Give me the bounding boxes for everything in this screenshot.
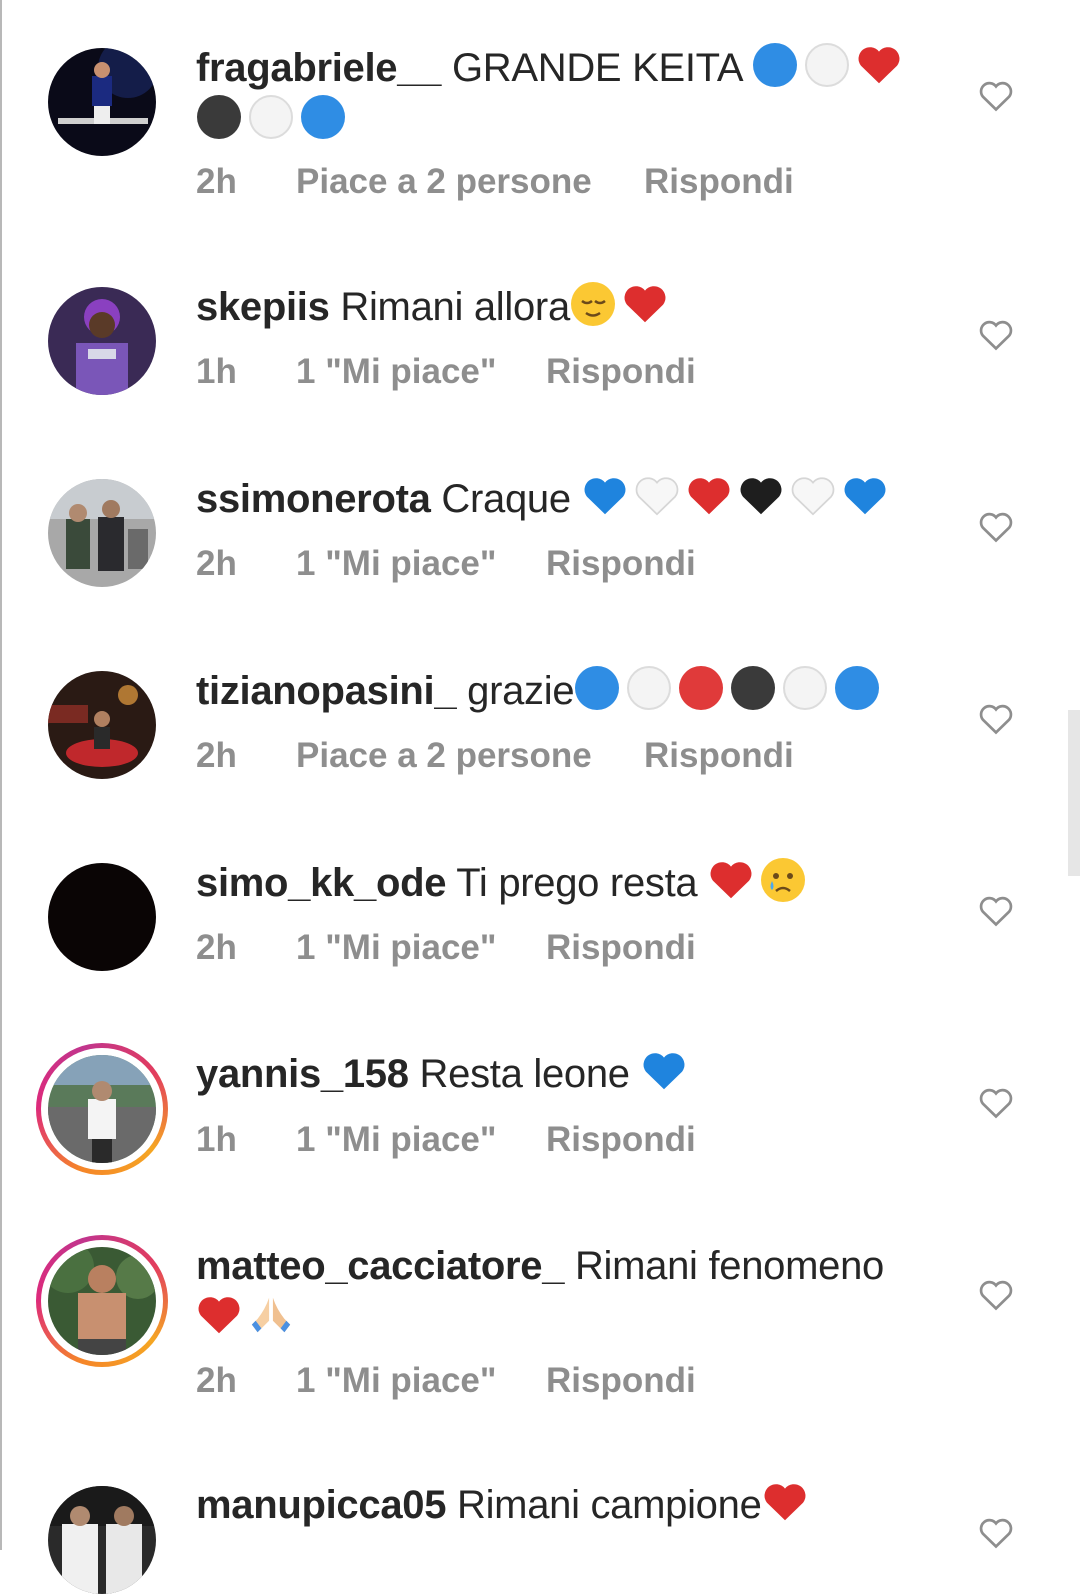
comment-likes[interactable]: 1 "Mi piace" [296,1361,496,1401]
comment-username[interactable]: manupicca05 [196,1483,446,1527]
reply-button[interactable]: Rispondi [546,1361,696,1401]
comment-body: Craque [441,477,571,521]
avatar[interactable] [48,479,156,587]
folded-hands-icon [248,1292,294,1338]
comment-likes[interactable]: 1 "Mi piace" [296,352,496,392]
white-heart-icon [790,473,836,519]
red-heart-icon [622,281,668,327]
black-circle-icon [196,94,242,140]
red-heart-icon [856,42,902,88]
red-circle-icon [678,665,724,711]
comment-likes[interactable]: 1 "Mi piace" [296,544,496,584]
black-heart-icon [738,473,784,519]
comment-username[interactable]: skepiis [196,285,330,329]
reply-button[interactable]: Rispondi [546,544,696,584]
blue-heart-icon [582,473,628,519]
comment-likes[interactable]: Piace a 2 persone [296,162,592,202]
comment-text: skepiis Rimani allora [196,281,956,333]
white-circle-icon [804,42,850,88]
like-heart-icon[interactable] [978,1516,1014,1550]
avatar[interactable] [48,287,156,395]
comment-username[interactable]: yannis_158 [196,1052,409,1096]
like-heart-icon[interactable] [978,702,1014,736]
like-heart-icon[interactable] [978,79,1014,113]
avatar[interactable] [48,1247,156,1355]
avatar[interactable] [48,48,156,156]
comment-time: 2h [196,736,237,775]
red-heart-icon [708,857,754,903]
reply-button[interactable]: Rispondi [546,1120,696,1160]
red-heart-icon [196,1292,242,1338]
avatar[interactable] [48,671,156,779]
comment-body: Rimani allora [340,285,570,329]
like-heart-icon[interactable] [978,1278,1014,1312]
comment-body: grazie [467,669,575,713]
story-ring[interactable] [36,1043,168,1175]
like-heart-icon[interactable] [978,894,1014,928]
comment-likes[interactable]: 1 "Mi piace" [296,1120,496,1160]
comment-time: 2h [196,162,237,201]
like-heart-icon[interactable] [978,510,1014,544]
comment-time: 2h [196,544,237,583]
white-circle-icon [248,94,294,140]
comment-text: tizianopasini_ grazie [196,665,956,717]
comment-username[interactable]: fragabriele__ [196,46,441,90]
comment-body: GRANDE KEITA [451,46,742,90]
comment-body: Rimani campione [457,1483,762,1527]
scrollbar-thumb[interactable] [1068,710,1080,876]
comment-time: 2h [196,928,237,967]
avatar[interactable] [48,863,156,971]
red-heart-icon [762,1479,808,1525]
comment-username[interactable]: matteo_cacciatore_ [196,1244,564,1288]
blue-circle-icon [834,665,880,711]
blue-circle-icon [574,665,620,711]
comment-text: yannis_158 Resta leone [196,1048,956,1100]
comment-text: matteo_cacciatore_ Rimani fenomeno [196,1240,956,1344]
black-circle-icon [730,665,776,711]
comment-body: Resta leone [419,1052,630,1096]
avatar[interactable] [48,1486,156,1594]
crying-face-icon [760,857,806,903]
like-heart-icon[interactable] [978,318,1014,352]
comment-username[interactable]: tizianopasini_ [196,669,457,713]
white-heart-icon [634,473,680,519]
comment-time: 1h [196,1120,237,1159]
reply-button[interactable]: Rispondi [644,162,794,202]
reply-button[interactable]: Rispondi [546,928,696,968]
avatar[interactable] [48,1055,156,1163]
white-circle-icon [626,665,672,711]
like-heart-icon[interactable] [978,1086,1014,1120]
comment-body: Ti prego resta [456,861,698,905]
reply-button[interactable]: Rispondi [546,352,696,392]
comment-likes[interactable]: 1 "Mi piace" [296,928,496,968]
relieved-face-icon [570,281,616,327]
comment-likes[interactable]: Piace a 2 persone [296,736,592,776]
comment-text: simo_kk_ode Ti prego resta [196,857,956,909]
comment-username[interactable]: simo_kk_ode [196,861,446,905]
comment-time: 2h [196,1361,237,1400]
blue-heart-icon [641,1048,687,1094]
blue-circle-icon [752,42,798,88]
comment-body: Rimani fenomeno [574,1244,884,1288]
comment-text: ssimonerota Craque [196,473,956,525]
comment-username[interactable]: ssimonerota [196,477,431,521]
blue-circle-icon [300,94,346,140]
comment-time: 1h [196,352,237,391]
story-ring[interactable] [36,1235,168,1367]
comment-text: fragabriele__ GRANDE KEITA [196,42,956,146]
reply-button[interactable]: Rispondi [644,736,794,776]
red-heart-icon [686,473,732,519]
left-edge-divider [0,0,2,1550]
blue-heart-icon [842,473,888,519]
comment-text: manupicca05 Rimani campione [196,1479,956,1531]
white-circle-icon [782,665,828,711]
